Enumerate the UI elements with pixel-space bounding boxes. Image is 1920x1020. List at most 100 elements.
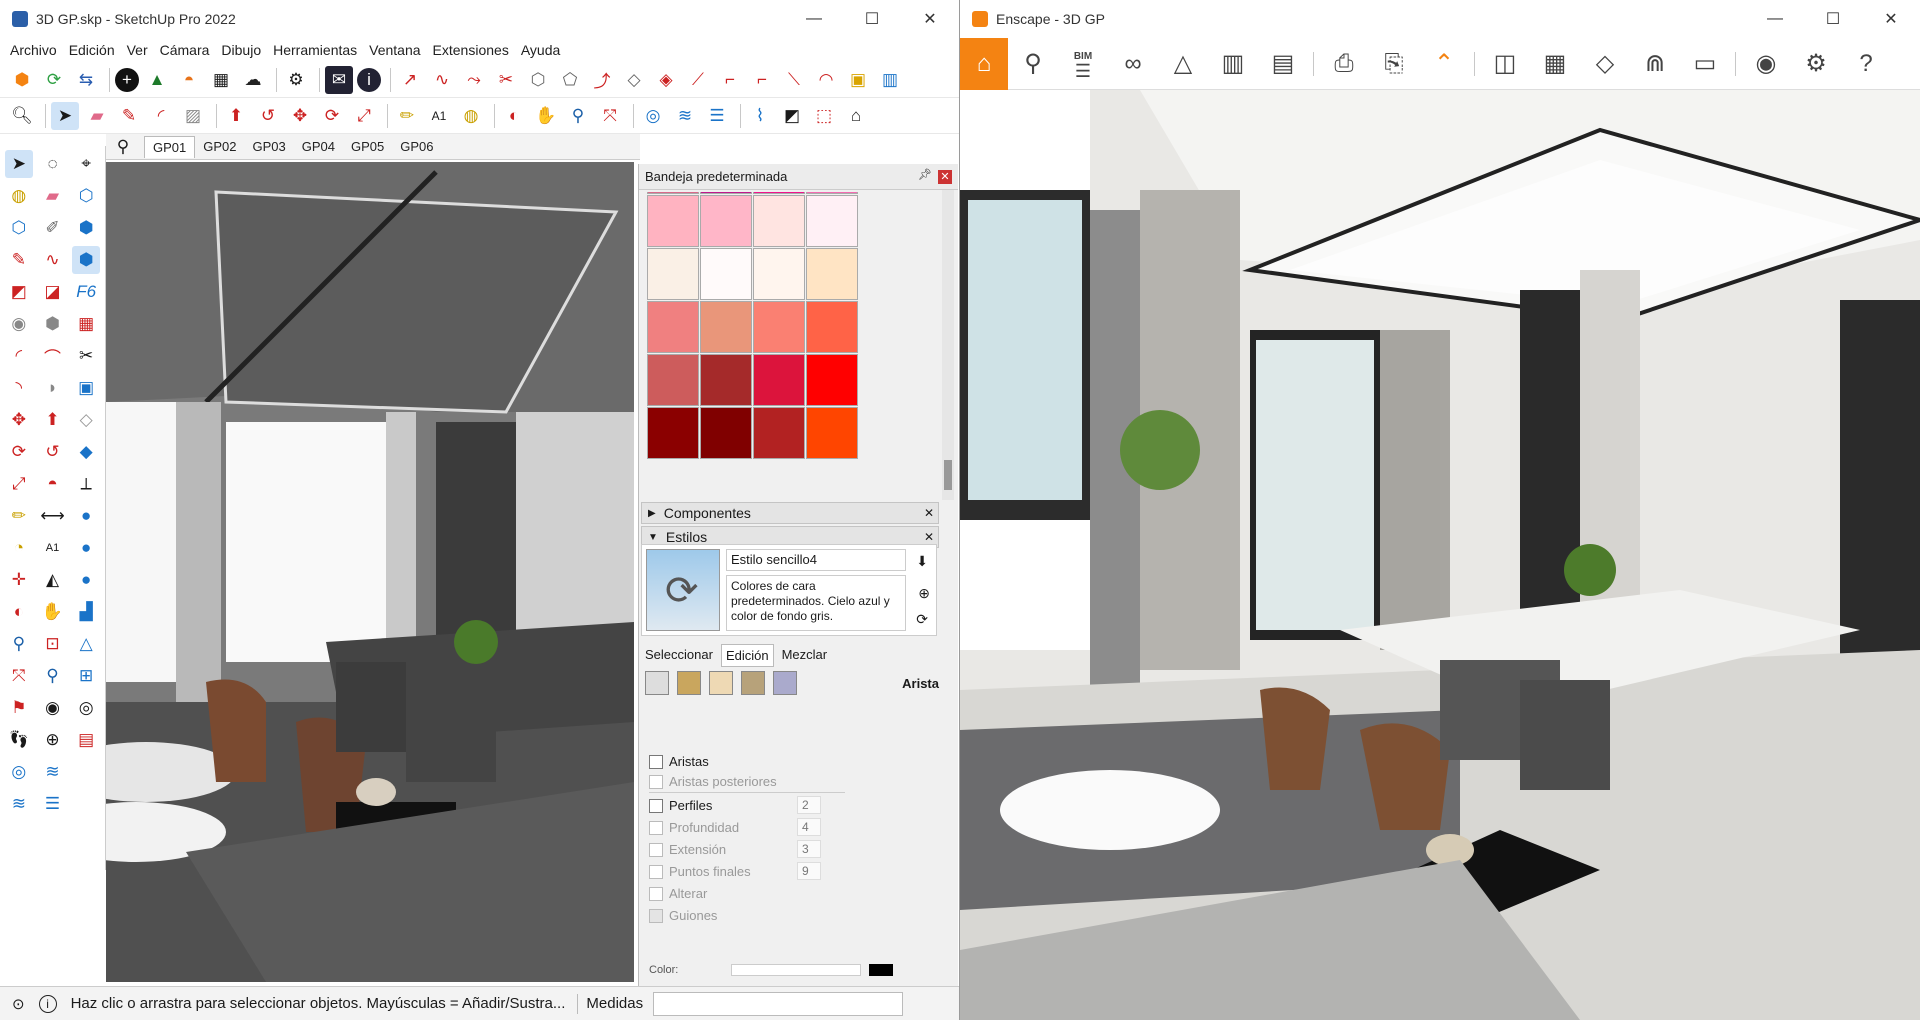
option-aristas-posteriores[interactable]: Aristas posteriores <box>649 774 777 789</box>
tool-icon[interactable]: ✂ <box>492 66 520 94</box>
color-swatch[interactable] <box>647 301 699 353</box>
menu-archivo[interactable]: Archivo <box>4 42 63 58</box>
checkbox[interactable] <box>649 886 663 901</box>
checker-icon[interactable]: ▦ <box>207 66 235 94</box>
tool-icon[interactable]: ◈ <box>652 66 680 94</box>
color-swatch[interactable] <box>806 192 858 194</box>
pan-icon[interactable]: ✋ <box>532 102 560 130</box>
color-swatch[interactable] <box>806 248 858 300</box>
text-icon[interactable]: A1 <box>39 534 67 562</box>
position-camera-icon[interactable]: ⚑ <box>5 694 33 722</box>
menu-ventana[interactable]: Ventana <box>363 42 426 58</box>
option-perfiles[interactable]: Perfiles <box>649 798 712 813</box>
bim-icon[interactable]: BIM ☰ <box>1061 42 1105 86</box>
map-icon[interactable]: ◫ <box>1483 42 1527 86</box>
box-icon[interactable]: ⬚ <box>810 102 838 130</box>
cube-view-icon[interactable]: ⬡ <box>72 182 100 210</box>
protractor-icon[interactable]: ◔ <box>5 534 33 562</box>
create-style-icon[interactable]: ⊕ <box>918 585 930 602</box>
measures-input[interactable] <box>653 991 904 1016</box>
paint-icon[interactable]: ◍ <box>457 102 485 130</box>
layers2-icon[interactable]: ☰ <box>39 790 67 818</box>
checkbox[interactable] <box>649 798 663 813</box>
layers-icon[interactable]: ≋ <box>5 790 33 818</box>
follow-me-icon[interactable]: ↺ <box>39 438 67 466</box>
surface-icon[interactable]: ◇ <box>72 406 100 434</box>
scale-icon[interactable]: ⤢ <box>350 102 378 130</box>
tray-close-button[interactable]: ✕ <box>938 170 952 184</box>
eye-icon[interactable]: ◎ <box>72 694 100 722</box>
eraser2-icon[interactable]: ◩ <box>778 102 806 130</box>
color-swatch[interactable] <box>753 354 805 406</box>
tab-mezclar[interactable]: Mezclar <box>778 644 832 667</box>
info-icon[interactable]: i <box>38 994 57 1013</box>
axis-icon[interactable]: ⟂ <box>72 470 100 498</box>
eye-icon[interactable]: ◉ <box>1744 42 1788 86</box>
shapes-icon[interactable]: △ <box>72 630 100 658</box>
tool-icon[interactable]: ⟋ <box>684 66 712 94</box>
watermark-settings-icon[interactable] <box>741 671 765 695</box>
arc-icon[interactable]: ◜ <box>147 102 175 130</box>
color-swatch[interactable] <box>647 192 699 194</box>
color-swatch[interactable] <box>806 195 858 247</box>
option-profundidad[interactable]: Profundidad <box>649 820 739 835</box>
zoom-window-icon[interactable]: ⊡ <box>39 630 67 658</box>
puntos-finales-value-field[interactable]: 9 <box>797 862 821 880</box>
enscape-render-view[interactable] <box>960 90 1920 1020</box>
color-swatch[interactable] <box>806 301 858 353</box>
table-icon[interactable]: ▤ <box>72 726 100 754</box>
walk-icon[interactable]: 👣︎ <box>5 726 33 754</box>
section-icon[interactable]: ⊕ <box>39 726 67 754</box>
menu-camara[interactable]: Cámara <box>154 42 216 58</box>
stairs-icon[interactable]: ⌇ <box>746 102 774 130</box>
color-dropdown[interactable] <box>731 964 861 976</box>
rectangle-icon[interactable]: ◩ <box>5 278 33 306</box>
enscape-sync-icon[interactable]: ⟳ <box>40 66 68 94</box>
pin3-icon[interactable]: ● <box>72 566 100 594</box>
select-icon[interactable]: ➤ <box>4 150 33 178</box>
save-style-icon[interactable]: ⬇ <box>916 553 928 570</box>
option-extension[interactable]: Extensión <box>649 842 726 857</box>
arc3-icon[interactable]: ⌒ <box>39 342 67 370</box>
eraser-icon[interactable]: ▰ <box>83 102 111 130</box>
push-pull-icon[interactable]: ⬆ <box>39 406 67 434</box>
split-icon[interactable]: ✂ <box>72 342 100 370</box>
offset-icon[interactable]: ◓ <box>39 470 67 498</box>
section-plane-icon[interactable]: ◭ <box>39 566 67 594</box>
pin2-icon[interactable]: ● <box>72 534 100 562</box>
color-swatch[interactable] <box>647 195 699 247</box>
orbit-icon[interactable]: ◐ <box>5 598 33 626</box>
search-icon[interactable]: ⚲ <box>110 136 136 158</box>
close-icon[interactable]: ✕ <box>924 506 934 520</box>
previous-view-icon[interactable]: ⚲ <box>39 662 67 690</box>
pie-icon[interactable]: ◗ <box>39 374 67 402</box>
rotate-icon[interactable]: ⟳ <box>318 102 346 130</box>
color-swatch[interactable] <box>753 248 805 300</box>
asset-icon[interactable]: ⋒ <box>1633 42 1677 86</box>
color-swatch[interactable] <box>647 248 699 300</box>
batch-render2-icon[interactable]: ⎘ <box>1372 42 1416 86</box>
background-settings-icon[interactable] <box>709 671 733 695</box>
face-settings-icon[interactable] <box>677 671 701 695</box>
push-pull-icon[interactable]: ⬆ <box>222 102 250 130</box>
extension-value-field[interactable]: 3 <box>797 840 821 858</box>
color-swatch[interactable] <box>753 192 805 194</box>
arc-icon[interactable]: ◜ <box>5 342 33 370</box>
color-swatch[interactable] <box>753 195 805 247</box>
crosshair-icon[interactable]: ⌖ <box>72 150 100 178</box>
sun-icon[interactable]: △ <box>1161 42 1205 86</box>
f6-icon[interactable]: F6 <box>72 278 100 306</box>
eraser-icon[interactable]: ▰ <box>39 182 67 210</box>
tab-seleccionar[interactable]: Seleccionar <box>641 644 717 667</box>
tool-icon[interactable]: ↗ <box>396 66 424 94</box>
package-icon[interactable]: ▣ <box>844 66 872 94</box>
freehand-icon[interactable]: ∿ <box>39 246 67 274</box>
cube-icon[interactable]: ◇ <box>1583 42 1627 86</box>
checkbox[interactable] <box>649 774 663 789</box>
color-swatch[interactable] <box>700 354 752 406</box>
color-swatch[interactable] <box>700 248 752 300</box>
bars-icon[interactable]: ▟ <box>72 598 100 626</box>
color-swatch[interactable] <box>700 195 752 247</box>
menu-herramientas[interactable]: Herramientas <box>267 42 363 58</box>
panorama-icon[interactable]: ▦ <box>1533 42 1577 86</box>
